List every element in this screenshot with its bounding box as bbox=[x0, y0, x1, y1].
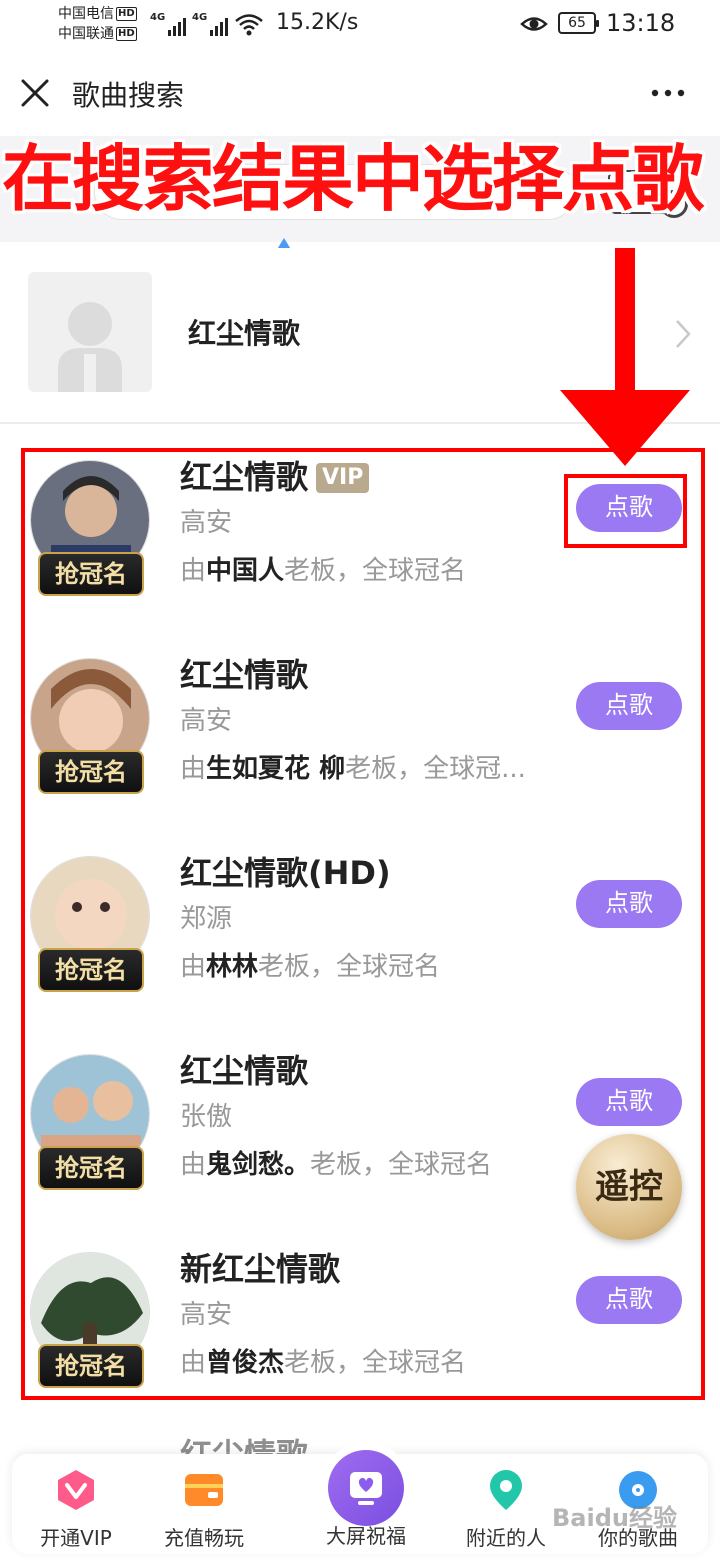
song-artist: 高安 bbox=[180, 1300, 233, 1330]
order-song-button[interactable]: 点歌 bbox=[576, 1276, 682, 1324]
signal-icons: 4G 4G bbox=[150, 10, 264, 36]
grab-title-badge[interactable]: 抢冠名 bbox=[38, 1146, 144, 1190]
song-sponsor: 由林林老板，全球冠名 bbox=[180, 952, 441, 982]
song-sponsor: 由鬼剑愁。老板，全球冠名 bbox=[180, 1150, 493, 1180]
page-title: 歌曲搜索 bbox=[72, 79, 185, 112]
song-title: 红尘情歌 VIP bbox=[180, 452, 370, 498]
watermark: Baidu经验 bbox=[552, 1504, 677, 1532]
wifi-icon bbox=[235, 14, 263, 36]
network-speed: 15.2K/s bbox=[276, 10, 359, 35]
song-title: 红尘情歌 bbox=[180, 1052, 309, 1090]
singer-avatar bbox=[28, 272, 152, 392]
clock: 13:18 bbox=[606, 9, 676, 37]
more-icon[interactable] bbox=[650, 88, 686, 98]
vip-badge: VIP bbox=[316, 463, 370, 493]
vip-heart-icon bbox=[58, 1470, 94, 1510]
song-sponsor: 由曾俊杰老板，全球冠名 bbox=[180, 1348, 467, 1378]
grab-title-badge[interactable]: 抢冠名 bbox=[38, 948, 144, 992]
status-bar: 中国电信 HD 中国联通 HD 4G 4G 15.2K/s 65 13:18 bbox=[0, 0, 720, 50]
signal-icon: 4G bbox=[150, 12, 186, 36]
grab-title-badge[interactable]: 抢冠名 bbox=[38, 552, 144, 596]
carrier-2: 中国联通 bbox=[58, 26, 114, 42]
signal-icon: 4G bbox=[192, 12, 228, 36]
battery-indicator: 65 bbox=[558, 12, 599, 34]
song-artist: 郑源 bbox=[180, 904, 233, 934]
carrier-info: 中国电信 HD 中国联通 HD bbox=[58, 4, 137, 44]
song-row[interactable]: 抢冠名 红尘情歌 高安 由生如夏花 柳老板，全球冠... 点歌 bbox=[0, 650, 720, 848]
screen-heart-icon bbox=[350, 1472, 382, 1505]
close-icon[interactable] bbox=[18, 76, 52, 110]
arrow-down-icon bbox=[560, 248, 690, 466]
tab-label: 充值畅玩 bbox=[164, 1526, 244, 1550]
tab-nearby[interactable]: 附近的人 bbox=[446, 1468, 566, 1552]
song-title: 红尘情歌 bbox=[180, 656, 309, 694]
title-bar: 歌曲搜索 bbox=[0, 50, 720, 136]
order-song-button[interactable]: 点歌 bbox=[576, 880, 682, 928]
order-song-button[interactable]: 点歌 bbox=[576, 484, 682, 532]
order-song-button[interactable]: 点歌 bbox=[576, 682, 682, 730]
grab-title-badge[interactable]: 抢冠名 bbox=[38, 1344, 144, 1388]
song-title: 红尘情歌(HD) bbox=[180, 854, 391, 892]
song-sponsor: 由生如夏花 柳老板，全球冠... bbox=[180, 754, 526, 784]
song-artist: 高安 bbox=[180, 706, 233, 736]
song-artist: 张傲 bbox=[180, 1102, 233, 1132]
carrier-1: 中国电信 bbox=[58, 6, 114, 22]
tab-label: 开通VIP bbox=[40, 1526, 112, 1550]
song-row[interactable]: 抢冠名 红尘情歌(HD) 郑源 由林林老板，全球冠名 点歌 bbox=[0, 848, 720, 1046]
tab-vip[interactable]: 开通VIP bbox=[16, 1468, 136, 1552]
order-song-button[interactable]: 点歌 bbox=[576, 1078, 682, 1126]
annotation-overlay-text: 在搜索结果中选择点歌 bbox=[2, 137, 704, 221]
tab-label: 大屏祝福 bbox=[326, 1524, 406, 1548]
remote-control-button[interactable]: 遥控 bbox=[576, 1134, 682, 1240]
eye-icon bbox=[520, 17, 548, 31]
wallet-icon bbox=[185, 1474, 223, 1506]
song-artist: 高安 bbox=[180, 508, 233, 538]
song-row[interactable]: 抢冠名 红尘情歌 VIP 高安 由中国人老板，全球冠名 点歌 bbox=[0, 452, 720, 650]
song-sponsor: 由中国人老板，全球冠名 bbox=[180, 556, 467, 586]
hd-badge: HD bbox=[116, 27, 137, 41]
song-row[interactable]: 抢冠名 新红尘情歌 高安 由曾俊杰老板，全球冠名 点歌 bbox=[0, 1244, 720, 1442]
grab-title-badge[interactable]: 抢冠名 bbox=[38, 750, 144, 794]
singer-name: 红尘情歌 bbox=[188, 317, 301, 350]
location-pin-icon bbox=[490, 1470, 522, 1510]
song-title: 新红尘情歌 bbox=[180, 1250, 341, 1288]
hd-badge: HD bbox=[116, 7, 137, 21]
tab-recharge[interactable]: 充值畅玩 bbox=[144, 1468, 264, 1552]
tab-label: 附近的人 bbox=[466, 1526, 546, 1550]
